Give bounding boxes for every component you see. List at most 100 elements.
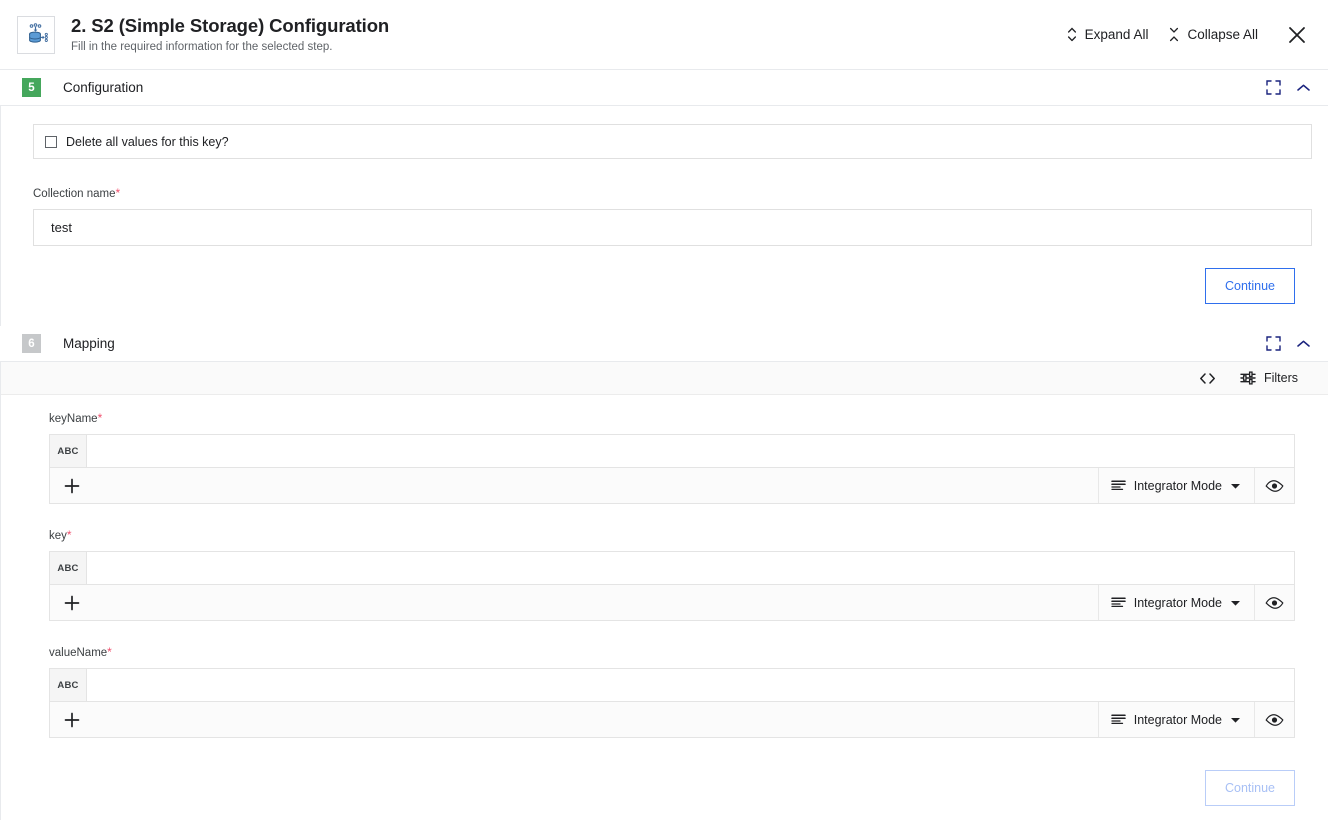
expand-vertical-icon (1066, 27, 1078, 42)
delete-all-values-checkbox[interactable] (45, 135, 57, 148)
mapping-table-header-row: ABC (50, 435, 1294, 468)
mapping-field-label-text: key (49, 530, 67, 542)
plus-icon (64, 712, 80, 728)
mapping-table-footer-row: Integrator Mode (50, 585, 1294, 620)
configuration-collapse-button[interactable] (1288, 73, 1318, 103)
required-asterisk: * (97, 411, 103, 425)
delete-all-values-row: Delete all values for this key? (33, 124, 1312, 159)
mapping-table-header-row: ABC (50, 552, 1294, 585)
delete-all-values-label: Delete all values for this key? (66, 134, 229, 149)
plus-icon (64, 478, 80, 494)
add-row-button[interactable] (50, 702, 94, 737)
configuration-panel-title: Configuration (63, 80, 144, 95)
mapping-toolbar: Filters (1, 362, 1328, 395)
required-asterisk: * (107, 645, 112, 659)
header-actions: Expand All Collapse All (1056, 18, 1314, 52)
mapping-continue-button[interactable]: Continue (1205, 770, 1295, 806)
column-type-abc[interactable]: ABC (50, 435, 87, 467)
add-row-button[interactable] (50, 585, 94, 620)
integrator-mode-label: Integrator Mode (1133, 478, 1222, 493)
fullscreen-icon (1265, 336, 1281, 351)
mapping-field-label: keyName* (49, 411, 1328, 426)
integrator-mode-dropdown[interactable]: Integrator Mode (1097, 702, 1254, 737)
page-subtitle: Fill in the required information for the… (71, 41, 333, 53)
list-lines-icon (1111, 479, 1126, 492)
caret-down-icon (1230, 716, 1241, 724)
code-view-button[interactable] (1187, 367, 1228, 390)
mapping-button-row: Continue (1, 762, 1328, 820)
close-icon (1287, 25, 1307, 45)
mapping-field-table: ABC Integrator Mode (49, 434, 1295, 504)
filters-icon (1240, 371, 1256, 385)
filters-button[interactable]: Filters (1228, 366, 1310, 390)
mapping-field-label-text: keyName (49, 413, 98, 425)
mapping-value-cell[interactable] (87, 669, 1294, 701)
configuration-panel: 5 Configuration Delete all values for th… (0, 70, 1328, 326)
mapping-value-cell[interactable] (87, 435, 1294, 467)
required-asterisk: * (66, 528, 72, 542)
collapse-all-button[interactable]: Collapse All (1158, 21, 1268, 48)
mapping-panel-title: Mapping (63, 336, 115, 351)
mapping-panel-header[interactable]: 6 Mapping (0, 326, 1328, 362)
mapping-table-footer-row: Integrator Mode (50, 468, 1294, 503)
dialog-body: 5 Configuration Delete all values for th… (0, 70, 1328, 820)
mapping-collapse-button[interactable] (1288, 329, 1318, 359)
mapping-table-footer-row: Integrator Mode (50, 702, 1294, 737)
configuration-button-row: Continue (1, 246, 1312, 326)
code-brackets-icon (1199, 372, 1216, 385)
database-storage-icon (23, 22, 49, 48)
expand-all-button[interactable]: Expand All (1056, 21, 1159, 48)
mapping-field-label: valueName* (49, 645, 1328, 660)
preview-toggle-button[interactable] (1254, 585, 1294, 620)
configuration-continue-button[interactable]: Continue (1205, 268, 1295, 304)
required-asterisk: * (115, 186, 121, 200)
eye-icon (1265, 713, 1284, 727)
step-type-icon-box (17, 15, 55, 54)
mapping-field: key* ABC Integrator Mode (49, 528, 1328, 621)
collection-name-input[interactable] (33, 209, 1312, 246)
header-text-block: 2. S2 (Simple Storage) Configuration Fil… (71, 15, 1056, 54)
mapping-fields: keyName* ABC Integrator Mode key* ABC In… (1, 395, 1328, 820)
configuration-step-badge: 5 (22, 78, 41, 97)
page-title: 2. S2 (Simple Storage) Configuration (71, 15, 390, 36)
mapping-field-label: key* (49, 528, 1328, 543)
chevron-up-icon (1296, 339, 1311, 349)
configuration-panel-body: Delete all values for this key? Collecti… (0, 106, 1328, 326)
dialog-header: 2. S2 (Simple Storage) Configuration Fil… (0, 0, 1328, 70)
mapping-field-label-text: valueName (49, 647, 108, 659)
caret-down-icon (1230, 599, 1241, 607)
mapping-panel-body: Filters keyName* ABC Integrator Mode key… (0, 362, 1328, 820)
mapping-value-cell[interactable] (87, 552, 1294, 584)
collection-name-label: Collection name* (33, 186, 1311, 201)
expand-all-label: Expand All (1084, 27, 1149, 42)
footer-spacer (94, 468, 1098, 503)
list-lines-icon (1111, 713, 1126, 726)
configuration-fullscreen-button[interactable] (1258, 73, 1288, 103)
integrator-mode-dropdown[interactable]: Integrator Mode (1097, 468, 1254, 503)
collection-name-label-text: Collection name (33, 188, 116, 200)
collapse-vertical-icon (1168, 27, 1180, 42)
preview-toggle-button[interactable] (1254, 702, 1294, 737)
configuration-panel-header[interactable]: 5 Configuration (0, 70, 1328, 106)
mapping-field: valueName* ABC Integrator Mode (49, 645, 1328, 738)
integrator-mode-dropdown[interactable]: Integrator Mode (1097, 585, 1254, 620)
plus-icon (64, 595, 80, 611)
mapping-table-header-row: ABC (50, 669, 1294, 702)
mapping-field-table: ABC Integrator Mode (49, 668, 1295, 738)
close-button[interactable] (1280, 18, 1314, 52)
mapping-fullscreen-button[interactable] (1258, 329, 1288, 359)
list-lines-icon (1111, 596, 1126, 609)
mapping-field: keyName* ABC Integrator Mode (49, 411, 1328, 504)
fullscreen-icon (1265, 80, 1281, 95)
caret-down-icon (1230, 482, 1241, 490)
add-row-button[interactable] (50, 468, 94, 503)
preview-toggle-button[interactable] (1254, 468, 1294, 503)
eye-icon (1265, 596, 1284, 610)
mapping-field-table: ABC Integrator Mode (49, 551, 1295, 621)
eye-icon (1265, 479, 1284, 493)
integrator-mode-label: Integrator Mode (1133, 595, 1222, 610)
column-type-abc[interactable]: ABC (50, 669, 87, 701)
footer-spacer (94, 702, 1098, 737)
column-type-abc[interactable]: ABC (50, 552, 87, 584)
integrator-mode-label: Integrator Mode (1133, 712, 1222, 727)
